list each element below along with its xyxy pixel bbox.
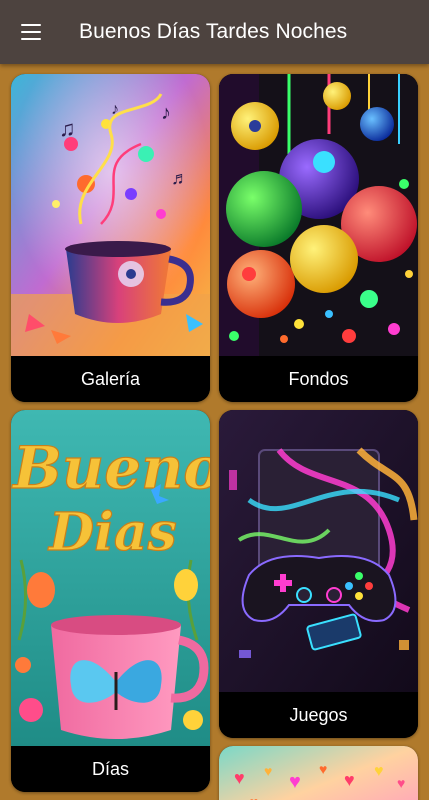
buenos-dias-image: Buenos Dias	[11, 410, 210, 748]
svg-text:♫: ♫	[59, 116, 76, 141]
art-text-buenos: Buenos	[11, 434, 210, 502]
card-galeria[interactable]: ♫ ♪ ♬ ♪ Galería	[11, 74, 210, 402]
svg-text:♥: ♥	[344, 770, 355, 790]
card-label: Fondos	[219, 356, 418, 402]
spheres-image	[219, 74, 418, 356]
hearts-image: ♥ ♥ ♥ ♥ ♥ ♥ ♥ ♥ ♥ ♥	[219, 746, 418, 800]
svg-text:♥: ♥	[264, 763, 272, 779]
svg-text:♥: ♥	[249, 795, 259, 800]
svg-text:♥: ♥	[289, 771, 301, 793]
card-label: Días	[11, 746, 210, 792]
art-text-dias: Dias	[47, 502, 177, 563]
hamburger-menu-icon	[21, 24, 41, 40]
svg-text:♥: ♥	[397, 775, 405, 791]
svg-text:♪: ♪	[111, 101, 119, 118]
card-juegos[interactable]: Juegos	[219, 410, 418, 738]
card-hearts[interactable]: ♥ ♥ ♥ ♥ ♥ ♥ ♥ ♥ ♥ ♥	[219, 746, 418, 800]
game-controller-image	[219, 410, 418, 692]
music-cup-image: ♫ ♪ ♬ ♪	[11, 74, 210, 356]
svg-text:♪: ♪	[161, 102, 171, 124]
svg-text:♥: ♥	[234, 768, 245, 788]
card-label: Juegos	[219, 692, 418, 738]
svg-text:♥: ♥	[374, 763, 384, 780]
svg-text:♬: ♬	[171, 168, 189, 188]
svg-text:♥: ♥	[309, 796, 320, 800]
app-bar: Buenos Días Tardes Noches	[0, 0, 429, 64]
svg-text:♥: ♥	[319, 761, 327, 777]
card-dias[interactable]: Buenos Dias Días	[11, 410, 210, 792]
card-fondos[interactable]: Fondos	[219, 74, 418, 402]
app-title: Buenos Días Tardes Noches	[79, 20, 348, 43]
card-label: Galería	[11, 356, 210, 402]
menu-button[interactable]	[0, 0, 62, 64]
